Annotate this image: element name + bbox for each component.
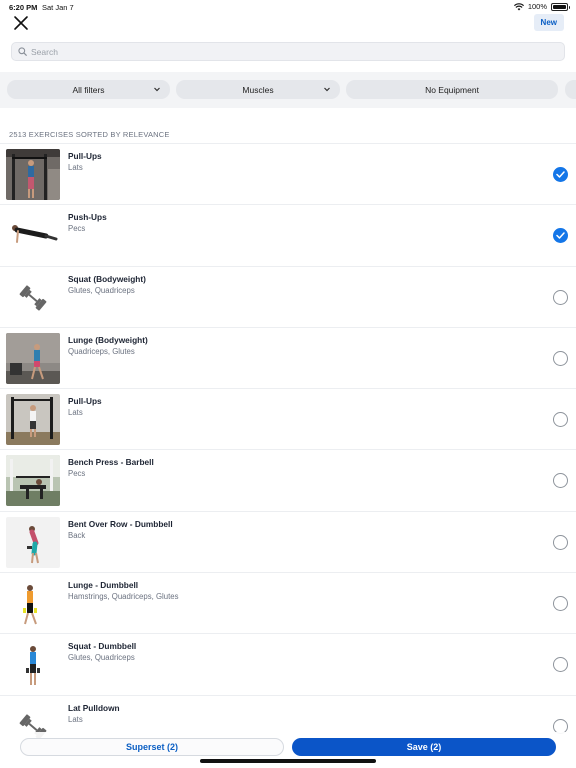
- dumbbell-icon: [19, 285, 47, 311]
- exercise-muscles: Lats: [68, 163, 83, 172]
- search-icon: [18, 47, 27, 56]
- exercise-row[interactable]: Bent Over Row - Dumbbell Back: [0, 510, 576, 572]
- exercise-name: Lat Pulldown: [68, 702, 120, 713]
- exercise-name: Lunge - Dumbbell: [68, 580, 139, 591]
- battery-percent: 100%: [527, 2, 547, 11]
- exercise-muscles: Glutes, Quadriceps: [68, 285, 135, 295]
- exercise-muscles: Quadriceps, Glutes: [68, 346, 135, 356]
- select-checkbox[interactable]: [553, 412, 568, 428]
- filter-label: No Equipment: [425, 84, 479, 95]
- checkmark-icon: [556, 171, 565, 178]
- filter-equipment[interactable]: No Equipment: [346, 80, 558, 99]
- close-button[interactable]: [12, 14, 30, 32]
- search-input[interactable]: [31, 46, 531, 57]
- exercise-muscles: Back: [68, 530, 86, 540]
- checkmark-icon: [556, 232, 565, 240]
- filter-all-filters[interactable]: All filters: [7, 80, 170, 99]
- select-checkbox[interactable]: [553, 534, 568, 550]
- filter-bar: All filters Muscles No Equipment: [0, 72, 576, 108]
- new-button[interactable]: New: [533, 14, 564, 31]
- exercise-row[interactable]: Squat - Dumbbell Glutes, Quadriceps: [0, 633, 576, 694]
- exercise-name: Pull-Ups: [68, 151, 102, 161]
- exercise-row[interactable]: Push-Ups Pecs: [0, 204, 576, 265]
- chevron-down-icon: [324, 87, 330, 92]
- exercise-row[interactable]: Lunge (Bodyweight) Quadriceps, Glutes: [0, 326, 576, 388]
- select-checkbox[interactable]: [553, 657, 568, 673]
- close-icon: [14, 16, 28, 30]
- exercise-name: Bent Over Row - Dumbbell: [68, 518, 173, 529]
- exercise-name: Bench Press - Barbell: [68, 457, 154, 468]
- exercise-muscles: Pecs: [68, 469, 86, 479]
- exercise-row[interactable]: Pull-Ups Lats: [0, 388, 576, 449]
- exercise-muscles: Hamstrings, Quadriceps, Glutes: [68, 592, 179, 602]
- exercise-muscles: Glutes, Quadriceps: [68, 653, 135, 663]
- exercise-muscles: Pecs: [68, 224, 86, 234]
- save-button[interactable]: Save (2): [292, 738, 556, 756]
- exercise-row[interactable]: Pull-Ups Lats: [0, 143, 576, 204]
- exercise-name: Pull-Ups: [68, 396, 102, 407]
- select-checkbox[interactable]: [553, 167, 568, 182]
- exercise-thumbnail: [6, 639, 60, 691]
- exercise-thumbnail: [6, 516, 60, 568]
- search-bar[interactable]: [11, 42, 565, 61]
- exercise-thumbnail: [6, 272, 60, 323]
- status-time: 6:20 PM: [9, 3, 38, 12]
- filter-muscles[interactable]: Muscles: [176, 80, 340, 99]
- results-count-header: 2513 EXERCISES SORTED BY RELEVANCE: [9, 130, 170, 139]
- wifi-icon: [513, 2, 524, 10]
- select-checkbox[interactable]: [553, 289, 568, 305]
- exercise-thumbnail: [6, 578, 60, 630]
- chevron-down-icon: [154, 87, 160, 92]
- filter-label: Muscles: [242, 84, 274, 95]
- exercise-muscles: Lats: [68, 714, 83, 724]
- filter-more-chip[interactable]: [565, 80, 576, 99]
- select-checkbox[interactable]: [553, 350, 568, 366]
- exercise-name: Push-Ups: [68, 212, 107, 223]
- exercise-row[interactable]: Lunge - Dumbbell Hamstrings, Quadriceps,…: [0, 572, 576, 633]
- exercise-thumbnail: [6, 394, 60, 446]
- exercise-list: Pull-Ups Lats Push-Ups Pecs Squat (Bodyw…: [0, 143, 576, 756]
- home-indicator[interactable]: [200, 759, 376, 763]
- select-checkbox[interactable]: [553, 473, 568, 489]
- exercise-name: Squat - Dumbbell: [68, 641, 137, 652]
- status-bar: 6:20 PM Sat Jan 7 100%: [0, 0, 576, 14]
- exercise-row[interactable]: Squat (Bodyweight) Glutes, Quadriceps: [0, 265, 576, 327]
- exercise-thumbnail: [6, 149, 60, 200]
- exercise-thumbnail: [6, 210, 60, 262]
- status-date: Sat Jan 7: [42, 3, 74, 12]
- exercise-name: Squat (Bodyweight): [68, 273, 146, 284]
- select-checkbox[interactable]: [553, 596, 568, 612]
- exercise-name: Lunge (Bodyweight): [68, 334, 148, 345]
- exercise-muscles: Lats: [68, 408, 83, 418]
- exercise-row[interactable]: Bench Press - Barbell Pecs: [0, 449, 576, 510]
- superset-button[interactable]: Superset (2): [20, 738, 284, 756]
- exercise-thumbnail: [6, 455, 60, 507]
- battery-icon: [551, 2, 570, 11]
- exercise-thumbnail: [6, 332, 60, 384]
- select-checkbox[interactable]: [553, 228, 568, 244]
- filter-label: All filters: [72, 84, 105, 95]
- status-right: 100%: [513, 2, 570, 11]
